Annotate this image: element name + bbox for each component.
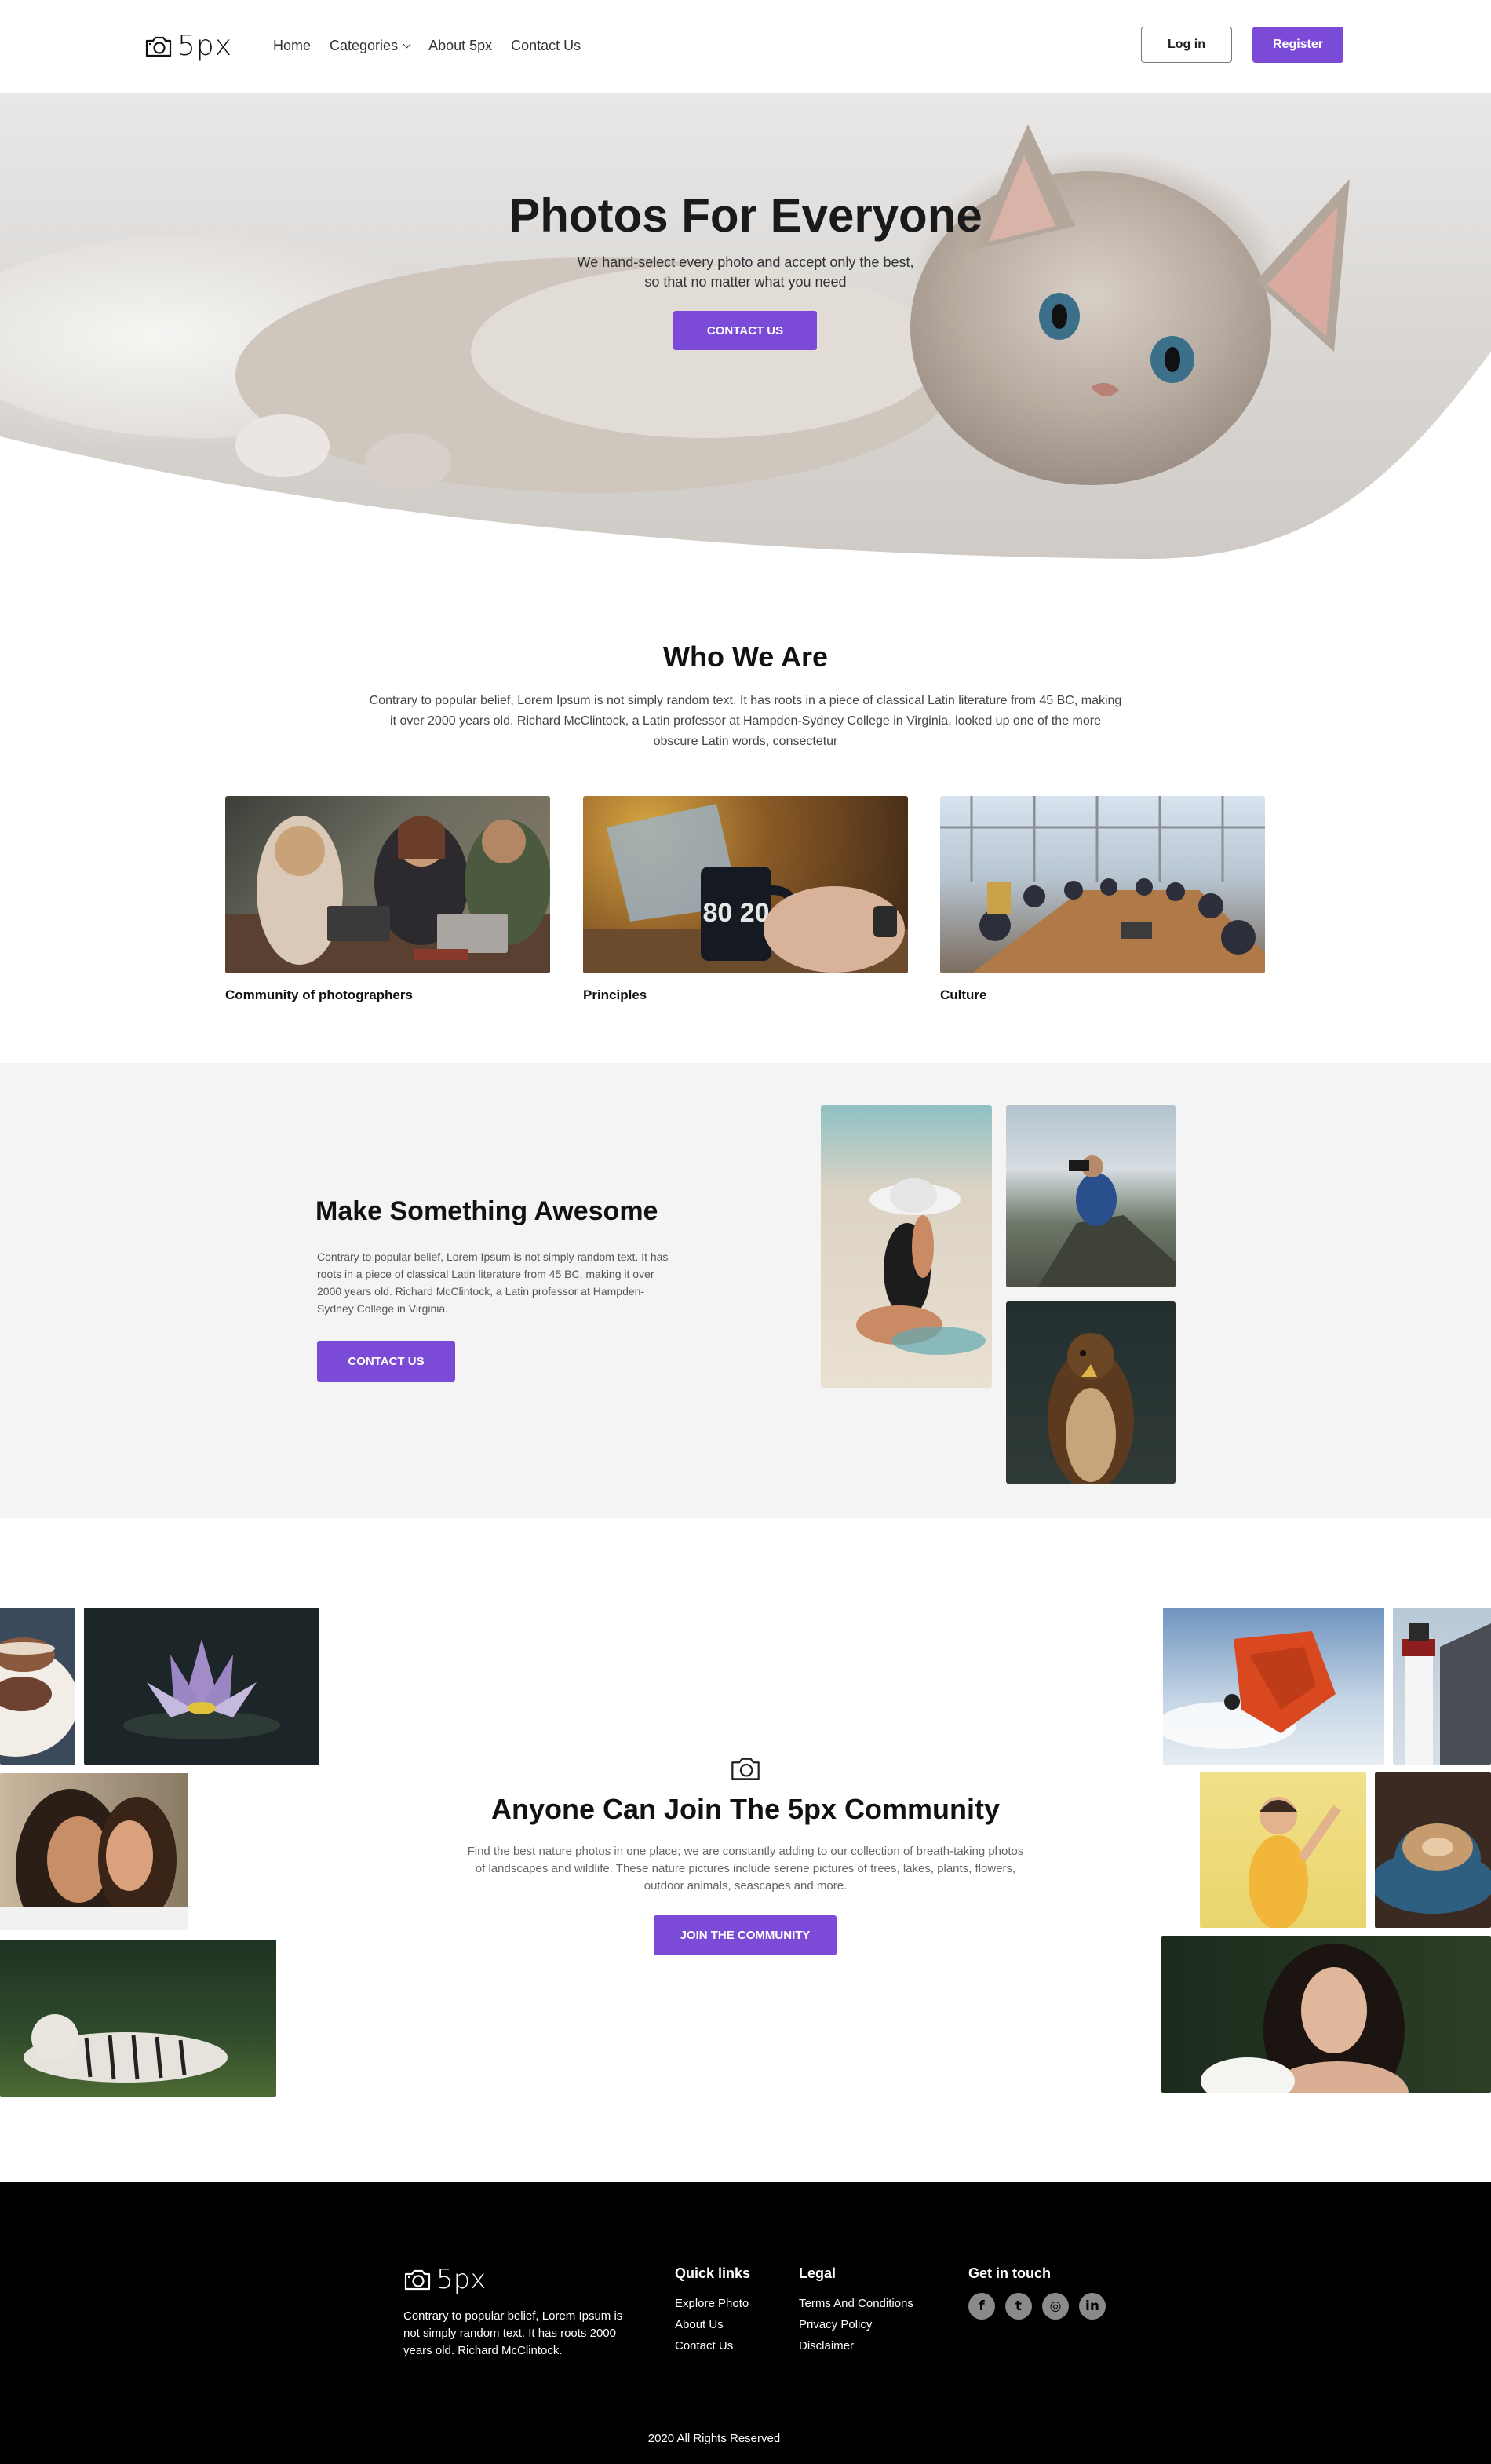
- awesome-contact-button[interactable]: CONTACT US: [317, 1341, 455, 1382]
- facebook-icon[interactable]: f: [968, 2293, 995, 2320]
- card-principles-caption: Principles: [583, 987, 647, 1002]
- social-links: f t ◎ in: [968, 2293, 1106, 2320]
- nav-contact[interactable]: Contact Us: [511, 38, 581, 54]
- mug-text: 80 20: [702, 898, 769, 928]
- card-culture[interactable]: Culture: [940, 796, 1265, 1003]
- community-photo-lotus: [84, 1608, 319, 1765]
- hero: Photos For Everyone We hand-select every…: [0, 93, 1491, 564]
- footer-contact-title: Get in touch: [968, 2265, 1051, 2281]
- card-culture-photo: [940, 796, 1265, 973]
- nav-home[interactable]: Home: [273, 38, 311, 54]
- login-button[interactable]: Log in: [1141, 27, 1232, 63]
- card-community-caption: Community of photographers: [225, 987, 413, 1002]
- nav-categories[interactable]: Categories: [330, 38, 411, 54]
- camera-icon: [731, 1758, 760, 1780]
- copyright: 2020 All Rights Reserved: [647, 2432, 781, 2445]
- community-title: Anyone Can Join The 5px Community: [490, 1793, 1001, 1825]
- footer-link-contact[interactable]: Contact Us: [675, 2335, 750, 2356]
- footer-link-terms[interactable]: Terms And Conditions: [799, 2293, 913, 2314]
- chevron-down-icon: [403, 40, 411, 49]
- awesome-photo-eagle: [1006, 1301, 1176, 1484]
- twitter-icon[interactable]: t: [1005, 2293, 1032, 2320]
- site-footer: 5px Contrary to popular belief, Lorem Ip…: [0, 2182, 1491, 2464]
- footer-link-about[interactable]: About Us: [675, 2314, 750, 2335]
- card-community[interactable]: Community of photographers: [225, 796, 550, 1003]
- site-header: 5px Home Categories About 5px Contact Us…: [0, 0, 1491, 93]
- community-photo-macarons: [0, 1608, 75, 1765]
- footer-legal-title: Legal: [799, 2265, 837, 2281]
- footer-contact: Get in touch f t ◎ in: [968, 2265, 1106, 2320]
- awesome-text: Contrary to popular belief, Lorem Ipsum …: [317, 1250, 669, 1315]
- register-button[interactable]: Register: [1252, 27, 1343, 63]
- awesome-photo-beach: [821, 1105, 992, 1388]
- footer-quick-links-title: Quick links: [675, 2265, 751, 2281]
- who-title: Who We Are: [662, 641, 828, 673]
- awesome-photo-photographer: [1006, 1105, 1176, 1287]
- logo-text: 5px: [177, 30, 233, 62]
- card-principles[interactable]: 80 20 Principles: [583, 796, 908, 1003]
- footer-link-explore[interactable]: Explore Photo: [675, 2293, 750, 2314]
- instagram-icon[interactable]: ◎: [1042, 2293, 1069, 2320]
- footer-legal: Legal Terms And Conditions Privacy Polic…: [799, 2265, 913, 2356]
- hero-title: Photos For Everyone: [509, 189, 982, 242]
- awesome-title: Make Something Awesome: [315, 1196, 658, 1226]
- footer-logo[interactable]: 5px: [403, 2264, 486, 2295]
- card-principles-photo: 80 20: [583, 796, 908, 973]
- community-text: Find the best nature photos in one place…: [467, 1845, 1024, 1893]
- camera-icon: [404, 2269, 431, 2291]
- community-photo-wingsuit: [1163, 1608, 1384, 1765]
- logo[interactable]: 5px: [144, 30, 232, 62]
- hero-subtitle-line-1: We hand-select every photo and accept on…: [577, 254, 914, 270]
- who-text: Contrary to popular belief, Lorem Ipsum …: [369, 694, 1122, 748]
- card-community-photo: [225, 796, 550, 973]
- nav-about[interactable]: About 5px: [428, 38, 492, 54]
- card-culture-caption: Culture: [940, 987, 987, 1002]
- footer-logo-text: 5px: [436, 2264, 487, 2295]
- join-community-button[interactable]: JOIN THE COMMUNITY: [654, 1915, 837, 1955]
- awesome-section: Make Something Awesome Contrary to popul…: [0, 1063, 1491, 1518]
- community-photo-portrait: [1161, 1936, 1491, 2093]
- nav-categories-label: Categories: [330, 38, 399, 53]
- hero-contact-button[interactable]: CONTACT US: [673, 311, 817, 350]
- linkedin-icon[interactable]: in: [1079, 2293, 1106, 2320]
- hero-subtitle: We hand-select every photo and accept on…: [0, 253, 1491, 292]
- community-photo-lighthouse: [1393, 1608, 1491, 1765]
- footer-quick-links: Quick links Explore Photo About Us Conta…: [675, 2265, 750, 2356]
- hero-subtitle-line-2: so that no matter what you need: [644, 274, 847, 290]
- footer-link-disclaimer[interactable]: Disclaimer: [799, 2335, 913, 2356]
- footer-link-privacy[interactable]: Privacy Policy: [799, 2314, 913, 2335]
- footer-about: Contrary to popular belief, Lorem Ipsum …: [403, 2309, 623, 2357]
- main-nav: Home Categories About 5px Contact Us: [273, 38, 581, 54]
- camera-icon: [145, 36, 172, 57]
- community-photo-tiger: [0, 1940, 276, 2097]
